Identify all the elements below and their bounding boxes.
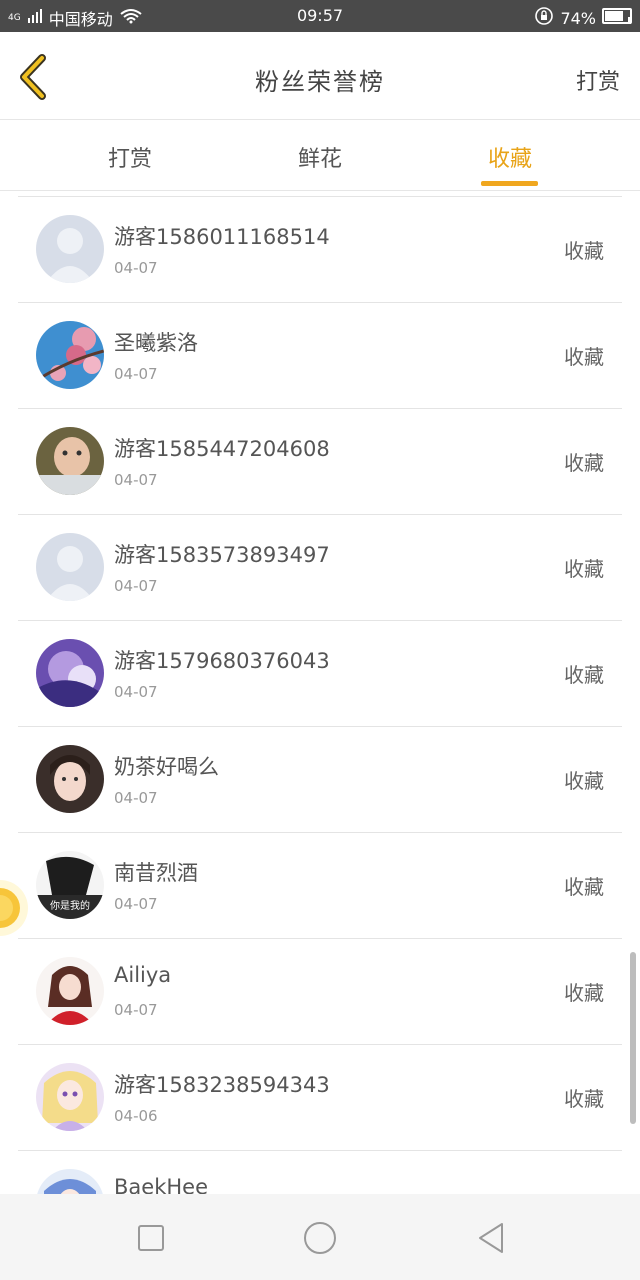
status-bar: 4G 中国移动 09:57 74%: [0, 0, 640, 32]
user-name: Ailiya: [114, 963, 172, 987]
date-label: 04-07: [114, 577, 158, 595]
back-nav-button[interactable]: [472, 1218, 512, 1258]
avatar: [36, 957, 104, 1025]
avatar: [36, 427, 104, 495]
floating-sun-button[interactable]: [0, 878, 40, 938]
date-label: 04-07: [114, 895, 158, 913]
system-nav-bar: [0, 1194, 640, 1280]
list-item[interactable]: 游客1586011168514 04-07 收藏: [18, 196, 622, 302]
circle-icon: [304, 1222, 336, 1254]
battery-icon: [602, 8, 632, 28]
avatar-caption: 你是我的: [50, 899, 90, 912]
action-label: 收藏: [564, 875, 604, 899]
sun-icon: [0, 880, 28, 936]
action-label: 收藏: [564, 239, 604, 263]
user-name: 游客1586011168514: [114, 225, 330, 249]
list-item[interactable]: 游客1583238594343 04-06 收藏: [18, 1044, 622, 1150]
battery-percent: 74%: [560, 8, 596, 28]
rotation-lock-icon: [534, 6, 554, 30]
user-name: 游客1579680376043: [114, 649, 330, 673]
list-item[interactable]: 游客1585447204608 04-07 收藏: [18, 408, 622, 514]
triangle-back-icon: [479, 1223, 503, 1253]
user-name: 游客1583238594343: [114, 1073, 330, 1097]
page-title: 粉丝荣誉榜: [255, 68, 385, 96]
avatar: [36, 745, 104, 813]
date-label: 04-07: [114, 1001, 158, 1019]
user-name: 游客1585447204608: [114, 437, 330, 461]
action-label: 收藏: [564, 451, 604, 475]
action-label: 收藏: [564, 663, 604, 687]
action-label: 收藏: [564, 345, 604, 369]
date-label: 04-07: [114, 365, 158, 383]
date-label: 04-07: [114, 789, 158, 807]
avatar: [36, 1169, 104, 1194]
reward-button[interactable]: 打赏: [576, 64, 620, 96]
app-header: 粉丝荣誉榜 打赏: [0, 32, 640, 120]
date-label: 04-06: [114, 1107, 158, 1125]
action-label: 收藏: [564, 1087, 604, 1111]
avatar: 你是我的: [36, 851, 104, 919]
tab-flowers[interactable]: 鲜花: [260, 141, 380, 173]
date-label: 04-07: [114, 683, 158, 701]
tab-reward[interactable]: 打赏: [70, 141, 190, 173]
date-label: 04-07: [114, 259, 158, 277]
list-item[interactable]: 你是我的 南昔烈酒 04-07 收藏: [18, 832, 622, 938]
user-name: 游客1583573893497: [114, 543, 330, 567]
home-button[interactable]: [300, 1218, 340, 1258]
user-name: 奶茶好喝么: [114, 755, 219, 779]
list-item[interactable]: BaekHee 收藏: [18, 1150, 622, 1194]
square-icon: [138, 1225, 164, 1251]
avatar: [36, 1063, 104, 1131]
list-item[interactable]: 圣曦紫洛 04-07 收藏: [18, 302, 622, 408]
avatar: [36, 321, 104, 389]
action-label: 收藏: [564, 981, 604, 1005]
user-name: 圣曦紫洛: [114, 331, 198, 355]
avatar: [36, 215, 104, 283]
tab-favorites[interactable]: 收藏: [450, 141, 570, 173]
user-name: BaekHee: [114, 1175, 208, 1194]
tab-bar: 打赏 鲜花 收藏: [0, 121, 640, 191]
fan-list[interactable]: 游客1586011168514 04-07 收藏 圣曦紫洛 04-07 收藏 游…: [0, 196, 640, 1194]
tab-active-indicator: [481, 181, 538, 186]
list-item[interactable]: 游客1579680376043 04-07 收藏: [18, 620, 622, 726]
avatar: [36, 533, 104, 601]
scrollbar[interactable]: [630, 952, 636, 1124]
user-name: 南昔烈酒: [114, 861, 198, 885]
list-item[interactable]: 游客1583573893497 04-07 收藏: [18, 514, 622, 620]
list-item[interactable]: Ailiya 04-07 收藏: [18, 938, 622, 1044]
action-label: 收藏: [564, 557, 604, 581]
list-item[interactable]: 奶茶好喝么 04-07 收藏: [18, 726, 622, 832]
action-label: 收藏: [564, 769, 604, 793]
date-label: 04-07: [114, 471, 158, 489]
recent-apps-button[interactable]: [131, 1218, 171, 1258]
avatar: [36, 639, 104, 707]
